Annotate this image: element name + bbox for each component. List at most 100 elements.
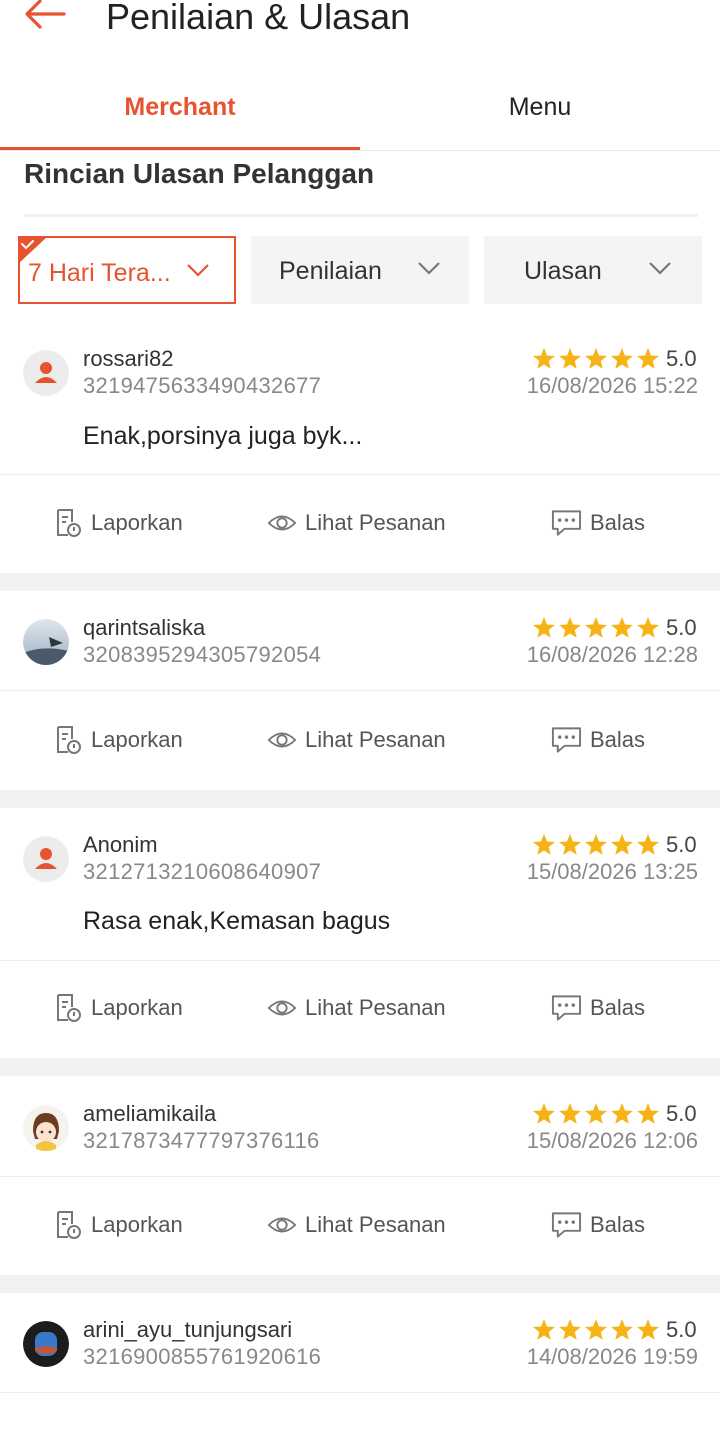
filter-review[interactable]: Ulasan [484, 236, 702, 304]
star-icon [533, 348, 555, 369]
divider [24, 214, 698, 217]
report-label: Laporkan [91, 995, 183, 1020]
report-button[interactable]: Laporkan [54, 503, 194, 543]
avatar [23, 1321, 69, 1367]
view-order-label: Lihat Pesanan [305, 995, 446, 1020]
star-icon [611, 834, 633, 855]
reviewer-name: qarintsaliska [83, 615, 206, 640]
chevron-down-icon [418, 262, 440, 275]
filter-period[interactable]: 7 Hari Tera... [18, 236, 236, 304]
separator [0, 1058, 720, 1076]
view-order-button[interactable]: Lihat Pesanan [267, 988, 457, 1028]
eye-icon [267, 1000, 297, 1016]
reviewer-name: Anonim [83, 832, 158, 857]
reply-button[interactable]: Balas [551, 988, 651, 1028]
view-order-label: Lihat Pesanan [305, 510, 446, 535]
star-rating [533, 1319, 659, 1340]
star-icon [533, 617, 555, 638]
filter-rating-label: Penilaian [279, 257, 382, 285]
eye-icon [267, 515, 297, 531]
star-icon [637, 1103, 659, 1124]
report-label: Laporkan [91, 510, 183, 535]
tab-merchant[interactable]: Merchant [0, 76, 360, 150]
chat-bubble-icon [551, 1212, 582, 1238]
avatar [23, 836, 69, 882]
view-order-label: Lihat Pesanan [305, 1212, 446, 1237]
eye-icon [267, 1217, 297, 1233]
review-date: 16/08/2026 15:22 [526, 373, 698, 398]
reviewer-name: arini_ayu_tunjungsari [83, 1317, 293, 1342]
back-arrow-icon[interactable] [22, 0, 68, 34]
report-button[interactable]: Laporkan [54, 720, 194, 760]
rating-value: 5.0 [666, 615, 697, 640]
star-rating [533, 1103, 659, 1124]
review-date: 16/08/2026 12:28 [526, 642, 698, 667]
divider [0, 690, 720, 691]
separator [0, 573, 720, 591]
star-icon [533, 1103, 555, 1124]
chat-bubble-icon [551, 727, 582, 753]
star-icon [559, 1319, 581, 1340]
view-order-button[interactable]: Lihat Pesanan [267, 1205, 457, 1245]
report-button[interactable]: Laporkan [54, 988, 194, 1028]
filter-rating[interactable]: Penilaian [251, 236, 469, 304]
section-title: Rincian Ulasan Pelanggan [24, 158, 375, 189]
star-icon [559, 834, 581, 855]
divider [0, 1392, 720, 1393]
chevron-down-icon [187, 264, 209, 277]
review-date: 15/08/2026 12:06 [526, 1128, 698, 1153]
reply-label: Balas [590, 727, 646, 752]
star-icon [637, 1319, 659, 1340]
filter-review-label: Ulasan [524, 257, 602, 285]
order-id: 3216900855761920616 [83, 1344, 322, 1369]
reply-label: Balas [590, 995, 646, 1020]
eye-icon [267, 732, 297, 748]
page-title: Penilaian & Ulasan [106, 0, 411, 37]
rating-value: 5.0 [666, 346, 697, 371]
reply-button[interactable]: Balas [551, 720, 651, 760]
reviewer-name: ameliamikaila [83, 1101, 217, 1126]
star-icon [611, 348, 633, 369]
star-rating [533, 348, 659, 369]
review-comment: Rasa enak,Kemasan bagus [83, 907, 391, 935]
top-bar: Penilaian & Ulasan [0, 0, 720, 40]
star-icon [611, 1319, 633, 1340]
divider [0, 474, 720, 475]
chevron-down-icon [649, 262, 671, 275]
report-icon [57, 994, 81, 1022]
star-icon [585, 348, 607, 369]
report-button[interactable]: Laporkan [54, 1205, 194, 1245]
chat-bubble-icon [551, 995, 582, 1021]
order-id: 3219475633490432677 [83, 373, 322, 398]
report-label: Laporkan [91, 727, 183, 752]
view-order-label: Lihat Pesanan [305, 727, 446, 752]
chat-bubble-icon [551, 510, 582, 536]
reply-button[interactable]: Balas [551, 503, 651, 543]
report-icon [57, 509, 81, 537]
reply-label: Balas [590, 510, 646, 535]
avatar [23, 619, 69, 665]
star-icon [559, 348, 581, 369]
star-icon [585, 1103, 607, 1124]
star-icon [637, 348, 659, 369]
divider [0, 1176, 720, 1177]
order-id: 3212713210608640907 [83, 859, 322, 884]
star-icon [637, 834, 659, 855]
report-icon [57, 726, 81, 754]
report-icon [57, 1211, 81, 1239]
rating-value: 5.0 [666, 1317, 697, 1342]
review-comment: Enak,porsinya juga byk... [83, 422, 363, 450]
star-icon [585, 617, 607, 638]
star-icon [585, 834, 607, 855]
reply-button[interactable]: Balas [551, 1205, 651, 1245]
star-icon [611, 1103, 633, 1124]
star-icon [585, 1319, 607, 1340]
filter-period-label: 7 Hari Tera... [28, 259, 171, 287]
tab-menu[interactable]: Menu [360, 76, 720, 150]
view-order-button[interactable]: Lihat Pesanan [267, 503, 457, 543]
avatar [23, 1105, 69, 1151]
tab-bar: Merchant Menu [0, 76, 720, 151]
view-order-button[interactable]: Lihat Pesanan [267, 720, 457, 760]
order-id: 3217873477797376116 [83, 1128, 320, 1153]
reply-label: Balas [590, 1212, 646, 1237]
